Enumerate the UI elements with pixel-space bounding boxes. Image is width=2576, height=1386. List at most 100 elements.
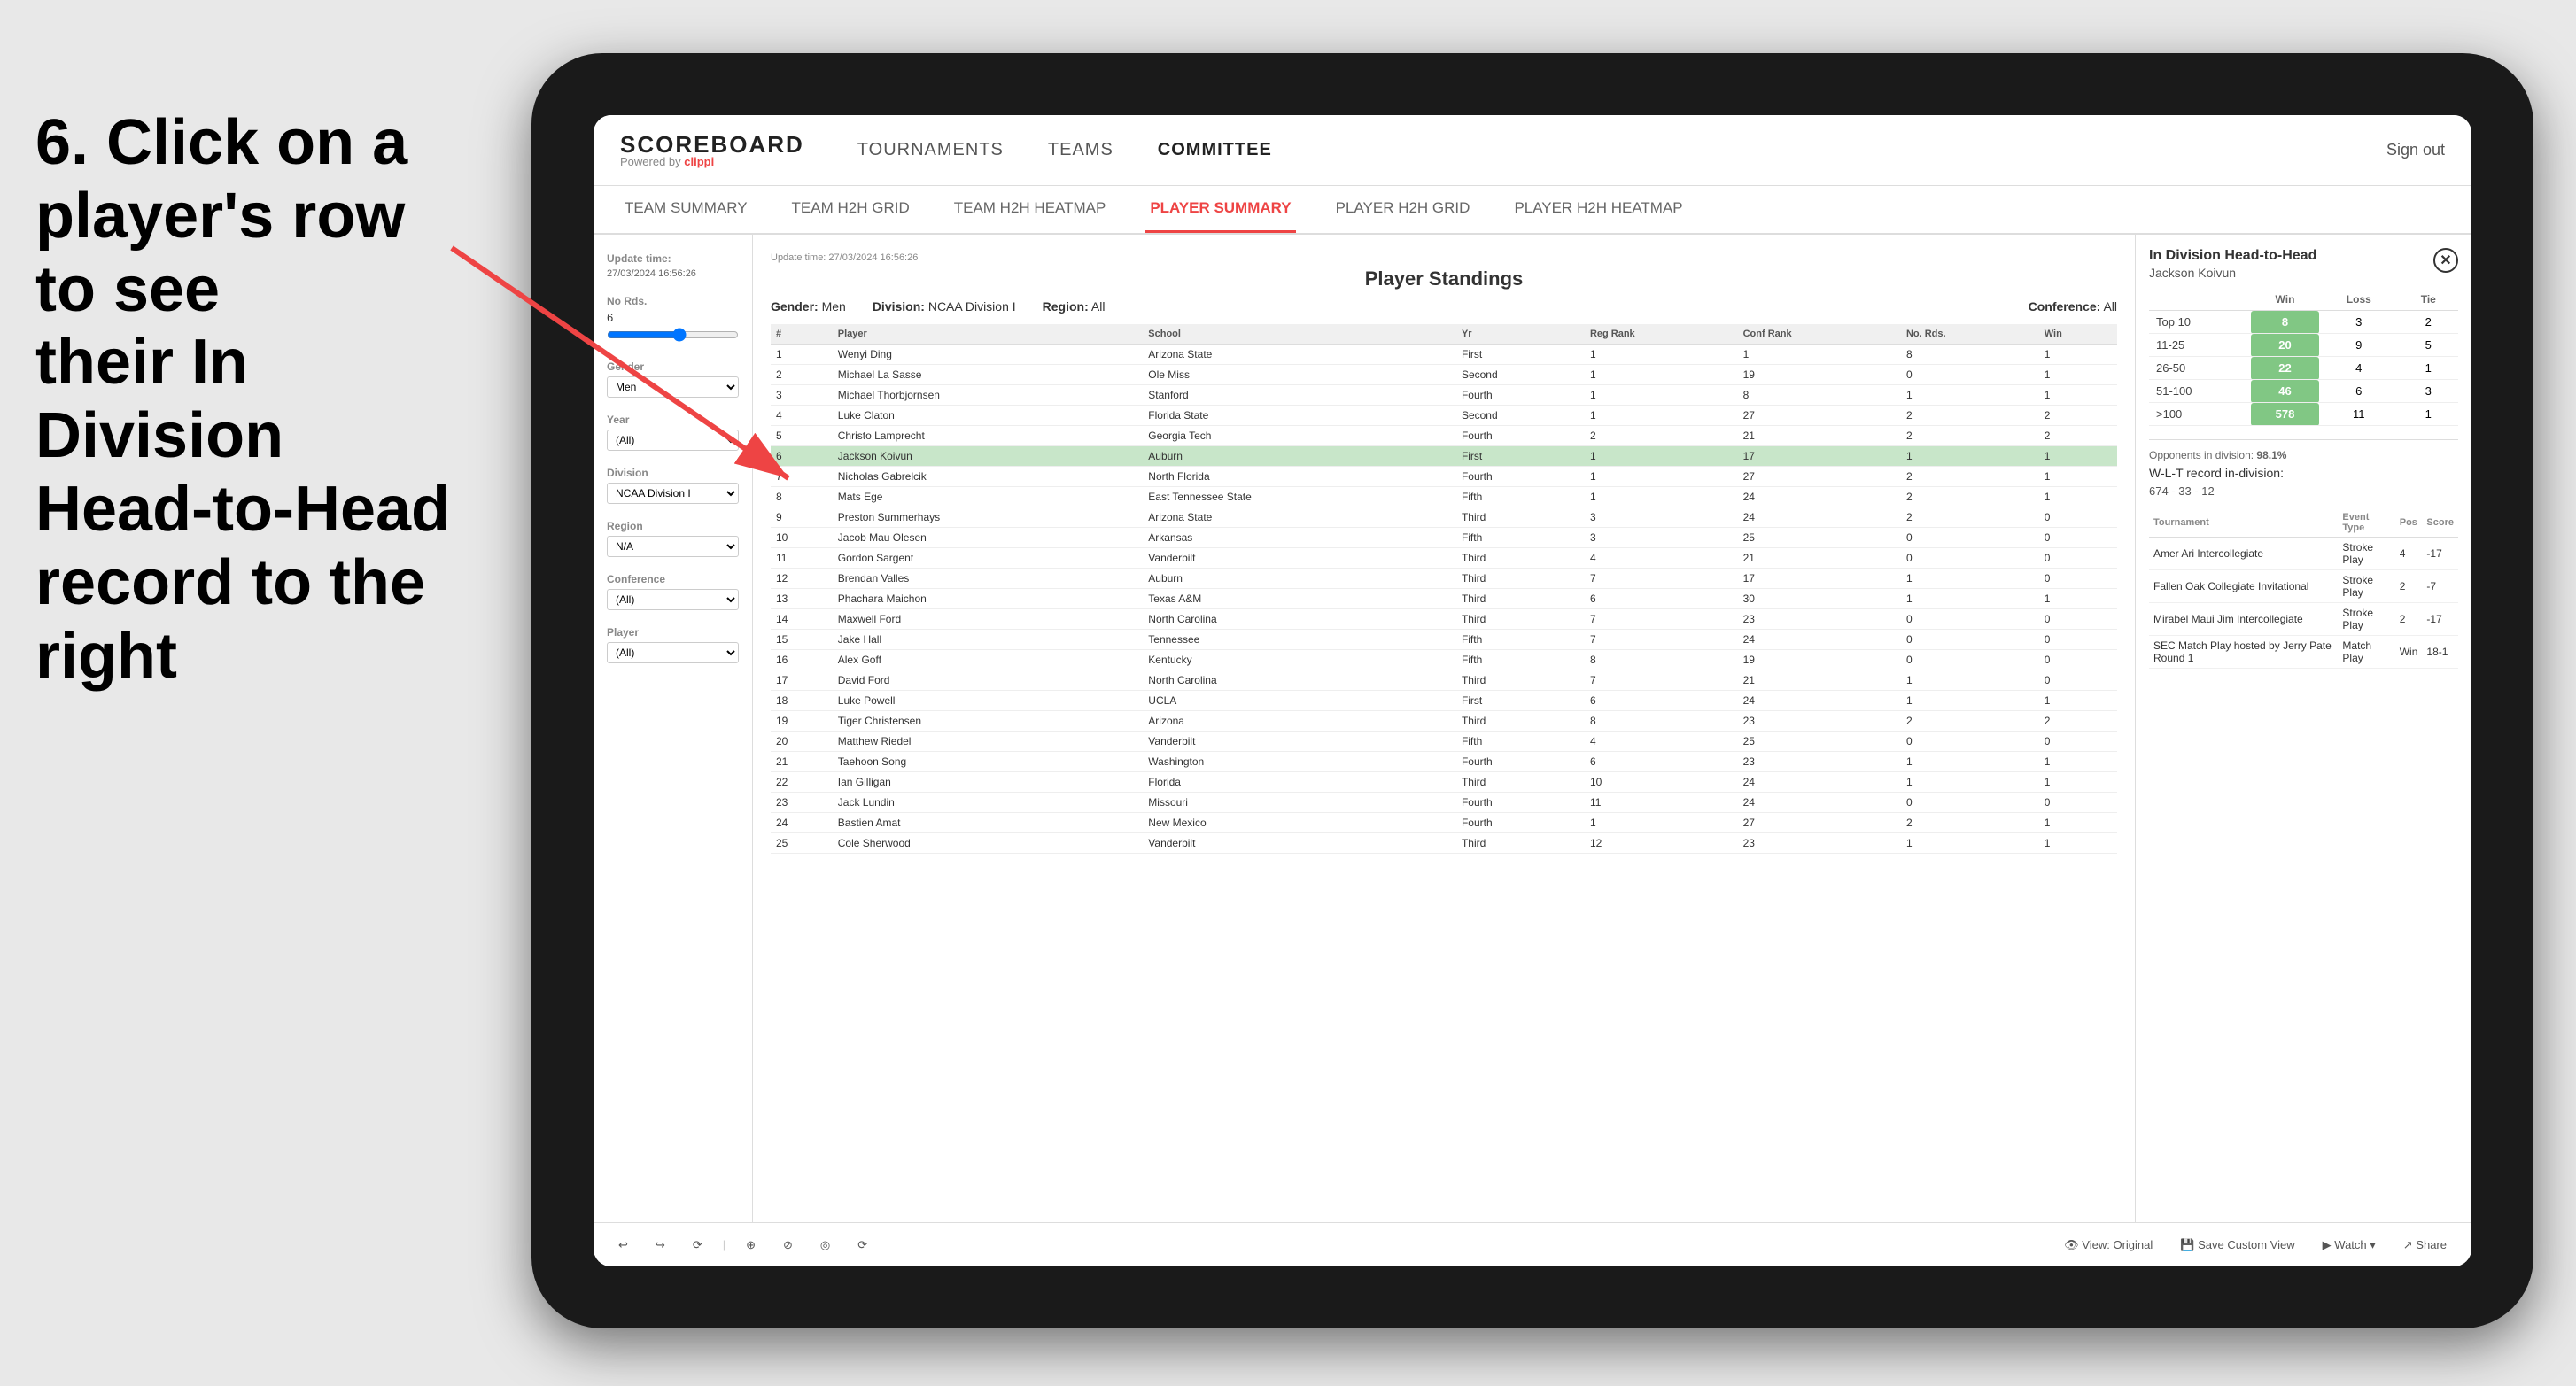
panel-filters: Gender: Men Division: NCAA Division I Re… — [771, 299, 2117, 314]
h2h-opponents-label: Opponents in division: 98.1% — [2149, 449, 2458, 461]
standings-table: # Player School Yr Reg Rank Conf Rank No… — [771, 324, 2117, 854]
nav-items: TOURNAMENTS TEAMS COMMITTEE — [857, 136, 2333, 165]
watch-button[interactable]: ▶ Watch ▾ — [2316, 1235, 2383, 1256]
sub-nav-team-h2h-grid[interactable]: TEAM H2H GRID — [788, 186, 914, 233]
h2h-record: W-L-T record in-division: — [2149, 466, 2458, 480]
gender-select[interactable]: Men Women — [607, 376, 739, 398]
instruction-text: 6. Click on a player's row to see their … — [0, 89, 514, 710]
sidebar-year: Year (All) — [607, 414, 739, 451]
h2h-panel: In Division Head-to-Head Jackson Koivun … — [2135, 235, 2471, 1266]
player-select[interactable]: (All) — [607, 642, 739, 663]
table-row[interactable]: 3 Michael Thorbjornsen Stanford Fourth 1… — [771, 385, 2117, 406]
table-row[interactable]: 21 Taehoon Song Washington Fourth 6 23 1… — [771, 752, 2117, 772]
year-select[interactable]: (All) — [607, 430, 739, 451]
add-button[interactable]: ⊕ — [739, 1235, 763, 1256]
table-row[interactable]: 17 David Ford North Carolina Third 7 21 … — [771, 670, 2117, 691]
tablet-frame: SCOREBOARD Powered by clippi TOURNAMENTS… — [531, 53, 2533, 1328]
tablet-screen: SCOREBOARD Powered by clippi TOURNAMENTS… — [594, 115, 2471, 1266]
sign-out-button[interactable]: Sign out — [2386, 141, 2445, 159]
share-button[interactable]: ↗ Share — [2396, 1235, 2454, 1256]
col-school: School — [1143, 324, 1456, 345]
h2h-table: Win Loss Tie Top 10 8 3 2 11-25 20 9 5 2… — [2149, 289, 2458, 426]
tournament-row: SEC Match Play hosted by Jerry Pate Roun… — [2149, 636, 2458, 669]
filter-button[interactable]: ⟳ — [850, 1235, 874, 1256]
h2h-row: 26-50 22 4 1 — [2149, 357, 2458, 380]
view-original-button[interactable]: 👁 View: Original — [2057, 1235, 2160, 1256]
table-row[interactable]: 5 Christo Lamprecht Georgia Tech Fourth … — [771, 426, 2117, 446]
undo-button[interactable]: ↩ — [611, 1235, 635, 1256]
nav-committee[interactable]: COMMITTEE — [1158, 136, 1272, 165]
zoom-button[interactable]: ◎ — [813, 1235, 837, 1256]
bottom-toolbar: ↩ ↪ ⟳ | ⊕ ⊘ ◎ ⟳ 👁 View: Original 💾 Save … — [594, 1222, 2471, 1266]
table-row[interactable]: 10 Jacob Mau Olesen Arkansas Fifth 3 25 … — [771, 528, 2117, 548]
h2h-header: In Division Head-to-Head Jackson Koivun … — [2149, 248, 2458, 280]
table-row[interactable]: 11 Gordon Sargent Vanderbilt Third 4 21 … — [771, 548, 2117, 569]
col-yr: Yr — [1456, 324, 1585, 345]
table-row[interactable]: 7 Nicholas Gabrelcik North Florida Fourt… — [771, 467, 2117, 487]
logo-powered: Powered by clippi — [620, 156, 804, 167]
sub-nav-player-h2h-heatmap[interactable]: PLAYER H2H HEATMAP — [1509, 186, 1687, 233]
nav-teams[interactable]: TEAMS — [1048, 136, 1113, 165]
sidebar-division: Division NCAA Division I — [607, 467, 739, 504]
toolbar-right: 👁 View: Original 💾 Save Custom View ▶ Wa… — [2057, 1235, 2454, 1256]
col-rank: # — [771, 324, 833, 345]
table-row[interactable]: 22 Ian Gilligan Florida Third 10 24 1 1 — [771, 772, 2117, 793]
table-row[interactable]: 20 Matthew Riedel Vanderbilt Fifth 4 25 … — [771, 732, 2117, 752]
division-select[interactable]: NCAA Division I — [607, 483, 739, 504]
table-row[interactable]: 25 Cole Sherwood Vanderbilt Third 12 23 … — [771, 833, 2117, 854]
table-row[interactable]: 16 Alex Goff Kentucky Fifth 8 19 0 0 — [771, 650, 2117, 670]
no-rds-slider[interactable] — [607, 328, 739, 342]
sidebar: Update time: 27/03/2024 16:56:26 No Rds.… — [594, 235, 753, 1266]
col-player: Player — [833, 324, 1144, 345]
main-content: Update time: 27/03/2024 16:56:26 No Rds.… — [594, 235, 2471, 1266]
sidebar-update: Update time: 27/03/2024 16:56:26 — [607, 252, 739, 279]
region-select[interactable]: N/A — [607, 536, 739, 557]
table-row[interactable]: 24 Bastien Amat New Mexico Fourth 1 27 2… — [771, 813, 2117, 833]
table-row[interactable]: 8 Mats Ege East Tennessee State Fifth 1 … — [771, 487, 2117, 507]
sub-nav-team-h2h-heatmap[interactable]: TEAM H2H HEATMAP — [950, 186, 1111, 233]
col-conf-rank: Conf Rank — [1738, 324, 1901, 345]
table-row[interactable]: 14 Maxwell Ford North Carolina Third 7 2… — [771, 609, 2117, 630]
table-row[interactable]: 6 Jackson Koivun Auburn First 1 17 1 1 — [771, 446, 2117, 467]
table-row[interactable]: 15 Jake Hall Tennessee Fifth 7 24 0 0 — [771, 630, 2117, 650]
table-row[interactable]: 12 Brendan Valles Auburn Third 7 17 1 0 — [771, 569, 2117, 589]
h2h-wlt-value: 674 - 33 - 12 — [2149, 484, 2458, 498]
sub-nav-player-h2h-grid[interactable]: PLAYER H2H GRID — [1331, 186, 1475, 233]
col-reg-rank: Reg Rank — [1585, 324, 1738, 345]
top-nav: SCOREBOARD Powered by clippi TOURNAMENTS… — [594, 115, 2471, 186]
tournament-row: Mirabel Maui Jim Intercollegiate Stroke … — [2149, 603, 2458, 636]
sub-nav-player-summary[interactable]: PLAYER SUMMARY — [1145, 186, 1295, 233]
remove-button[interactable]: ⊘ — [776, 1235, 800, 1256]
redo-button[interactable]: ↪ — [648, 1235, 672, 1256]
panel-header: Player Standings — [771, 267, 2117, 290]
table-row[interactable]: 4 Luke Claton Florida State Second 1 27 … — [771, 406, 2117, 426]
table-row[interactable]: 18 Luke Powell UCLA First 6 24 1 1 — [771, 691, 2117, 711]
sidebar-player: Player (All) — [607, 626, 739, 663]
table-row[interactable]: 23 Jack Lundin Missouri Fourth 11 24 0 0 — [771, 793, 2117, 813]
sidebar-region: Region N/A — [607, 520, 739, 557]
center-panel: Update time: 27/03/2024 16:56:26 Player … — [753, 235, 2135, 1266]
h2h-title: In Division Head-to-Head — [2149, 248, 2316, 264]
sidebar-gender: Gender Men Women — [607, 360, 739, 398]
h2h-divider — [2149, 439, 2458, 440]
sidebar-no-rds: No Rds. 6 — [607, 295, 739, 345]
h2h-row: Top 10 8 3 2 — [2149, 311, 2458, 334]
col-no-rds: No. Rds. — [1901, 324, 2039, 345]
table-row[interactable]: 1 Wenyi Ding Arizona State First 1 1 8 1 — [771, 345, 2117, 365]
h2h-row: >100 578 11 1 — [2149, 403, 2458, 426]
h2h-close-button[interactable]: ✕ — [2433, 248, 2458, 273]
nav-tournaments[interactable]: TOURNAMENTS — [857, 136, 1004, 165]
tournament-row: Fallen Oak Collegiate Invitational Strok… — [2149, 570, 2458, 603]
table-row[interactable]: 13 Phachara Maichon Texas A&M Third 6 30… — [771, 589, 2117, 609]
col-win: Win — [2039, 324, 2117, 345]
sub-nav-team-summary[interactable]: TEAM SUMMARY — [620, 186, 752, 233]
save-custom-button[interactable]: 💾 Save Custom View — [2173, 1235, 2301, 1256]
table-row[interactable]: 19 Tiger Christensen Arizona Third 8 23 … — [771, 711, 2117, 732]
panel-title: Player Standings — [771, 267, 2117, 290]
table-row[interactable]: 2 Michael La Sasse Ole Miss Second 1 19 … — [771, 365, 2117, 385]
h2h-row: 11-25 20 9 5 — [2149, 334, 2458, 357]
conference-select[interactable]: (All) — [607, 589, 739, 610]
logo-scoreboard: SCOREBOARD — [620, 133, 804, 156]
table-row[interactable]: 9 Preston Summerhays Arizona State Third… — [771, 507, 2117, 528]
refresh-button[interactable]: ⟳ — [686, 1235, 710, 1256]
